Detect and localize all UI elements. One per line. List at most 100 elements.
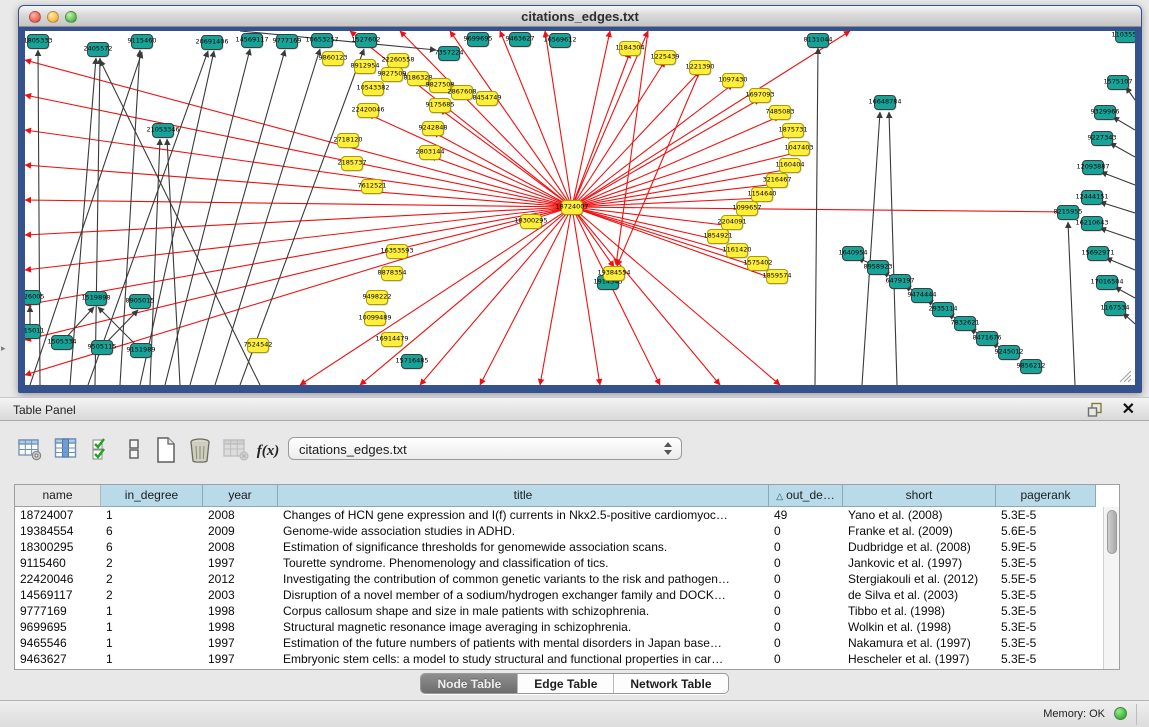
table-cell[interactable]: 5.3E-5: [996, 651, 1096, 667]
table-cell[interactable]: 2009: [203, 523, 278, 539]
table-cell[interactable]: 1: [101, 619, 203, 635]
graph-node[interactable]: 2867608: [451, 85, 473, 100]
graph-node[interactable]: 7832621: [954, 316, 976, 331]
graph-node[interactable]: 2803144: [419, 145, 441, 160]
table-cell[interactable]: 0: [769, 635, 843, 651]
graph-node[interactable]: 1225439: [654, 50, 676, 65]
table-cell[interactable]: 0: [769, 651, 843, 667]
table-vertical-scrollbar[interactable]: [1103, 507, 1119, 669]
delete-table-button-disabled[interactable]: [222, 436, 250, 466]
table-cell[interactable]: 2: [101, 555, 203, 571]
table-cell[interactable]: 19384554: [15, 523, 101, 539]
table-cell[interactable]: Jankovic et al. (1997): [843, 555, 996, 571]
graph-node[interactable]: 9227343: [1091, 131, 1113, 146]
graph-node[interactable]: 9856212: [1020, 359, 1042, 374]
window-titlebar[interactable]: citations_edges.txt: [19, 6, 1141, 27]
graph-node[interactable]: 16569612: [549, 33, 571, 48]
graph-node[interactable]: 17016504: [1096, 275, 1118, 290]
graph-node[interactable]: 1097430: [722, 73, 744, 88]
table-cell[interactable]: 1997: [203, 555, 278, 571]
graph-node[interactable]: 7524542: [247, 338, 269, 353]
table-cell[interactable]: Nakamura et al. (1997): [843, 635, 996, 651]
table-cell[interactable]: Investigating the contribution of common…: [278, 571, 769, 587]
table-cell[interactable]: 1997: [203, 651, 278, 667]
graph-node[interactable]: 8912954: [354, 59, 376, 74]
graph-node[interactable]: 21053346: [152, 123, 174, 138]
table-cell[interactable]: 1: [101, 507, 203, 523]
graph-node[interactable]: 14569117: [241, 33, 263, 48]
graph-node[interactable]: 10543382: [362, 81, 384, 96]
table-options-button[interactable]: [16, 436, 44, 466]
graph-node[interactable]: 1161420: [726, 243, 748, 258]
graph-node[interactable]: 22260558: [387, 53, 409, 68]
table-cell[interactable]: 2003: [203, 587, 278, 603]
table-cell[interactable]: Structural magnetic resonance image aver…: [278, 619, 769, 635]
table-cell[interactable]: 9777169: [15, 603, 101, 619]
graph-node[interactable]: 1047403: [788, 141, 810, 156]
graph-node[interactable]: 18300295: [520, 214, 542, 229]
table-cell[interactable]: 0: [769, 603, 843, 619]
table-cell[interactable]: 0: [769, 555, 843, 571]
table-cell[interactable]: Corpus callosum shape and size in male p…: [278, 603, 769, 619]
graph-node[interactable]: 1160404: [779, 158, 801, 173]
table-cell[interactable]: 5.6E-5: [996, 523, 1096, 539]
table-cell[interactable]: 9115460: [15, 555, 101, 571]
table-cell[interactable]: 1: [101, 635, 203, 651]
column-header-in_degree[interactable]: in_degree: [101, 485, 203, 507]
table-cell[interactable]: 5.5E-5: [996, 571, 1096, 587]
table-cell[interactable]: Changes of HCN gene expression and I(f) …: [278, 507, 769, 523]
graph-node[interactable]: 1099657: [736, 201, 758, 216]
table-cell[interactable]: 2008: [203, 507, 278, 523]
graph-node[interactable]: 9463627: [509, 32, 531, 47]
graph-node[interactable]: 8131044: [807, 33, 829, 48]
table-cell[interactable]: 18724007: [15, 507, 101, 523]
table-cell[interactable]: Embryonic stem cells: a model to study s…: [278, 651, 769, 667]
table-row[interactable]: 946554611997Estimation of the future num…: [15, 635, 1103, 651]
graph-node[interactable]: 9860123: [322, 51, 344, 66]
graph-node[interactable]: 9777169: [276, 34, 298, 49]
table-cell[interactable]: de Silva et al. (2003): [843, 587, 996, 603]
row-selection-button[interactable]: [88, 436, 116, 466]
tab-edge-table[interactable]: Edge Table: [518, 674, 614, 693]
table-cell[interactable]: 6: [101, 523, 203, 539]
graph-node[interactable]: 9474444: [911, 288, 933, 303]
graph-node[interactable]: 3216467: [766, 173, 788, 188]
scrollbar-thumb[interactable]: [1107, 510, 1117, 554]
graph-node[interactable]: 8905015: [129, 294, 151, 309]
table-cell[interactable]: Franke et al. (2009): [843, 523, 996, 539]
table-cell[interactable]: Estimation of significance thresholds fo…: [278, 539, 769, 555]
graph-node[interactable]: 9151989: [130, 343, 152, 358]
graph-node[interactable]: 8215955: [1057, 205, 1079, 220]
table-cell[interactable]: 1: [101, 651, 203, 667]
graph-node[interactable]: 1875731: [782, 123, 804, 138]
table-cell[interactable]: 0: [769, 619, 843, 635]
table-cell[interactable]: 5.3E-5: [996, 587, 1096, 603]
graph-node[interactable]: 9242848: [422, 121, 444, 136]
table-row[interactable]: 1830029562008Estimation of significance …: [15, 539, 1103, 555]
graph-node[interactable]: 9245012: [998, 345, 1020, 360]
graph-node[interactable]: 9115460: [131, 34, 153, 49]
network-canvas[interactable]: 1805333240557291154602069140614569117977…: [25, 31, 1135, 385]
table-row[interactable]: 1938455462009Genome-wide association stu…: [15, 523, 1103, 539]
column-header-out_de[interactable]: △out_de…: [769, 485, 843, 507]
graph-node[interactable]: 15692971: [1087, 246, 1109, 261]
graph-node[interactable]: 1221390: [689, 60, 711, 75]
graph-node[interactable]: 1697093: [749, 88, 771, 103]
graph-node[interactable]: 12444151: [1081, 190, 1103, 205]
table-cell[interactable]: 2: [101, 587, 203, 603]
column-header-short[interactable]: short: [843, 485, 996, 507]
table-cell[interactable]: 49: [769, 507, 843, 523]
close-panel-icon[interactable]: ✕: [1122, 400, 1135, 420]
graph-node[interactable]: 8878354: [381, 266, 403, 281]
graph-node[interactable]: 7485083: [769, 105, 791, 120]
table-cell[interactable]: 1998: [203, 619, 278, 635]
memory-status-indicator[interactable]: [1114, 707, 1127, 720]
graph-node[interactable]: 9329966: [1094, 105, 1116, 120]
column-header-title[interactable]: title: [278, 485, 769, 507]
table-cell[interactable]: 2012: [203, 571, 278, 587]
table-cell[interactable]: 0: [769, 571, 843, 587]
graph-node[interactable]: 1103554: [1115, 31, 1135, 43]
table-row[interactable]: 911546021997Tourette syndrome. Phenomeno…: [15, 555, 1103, 571]
graph-node[interactable]: 8471676: [976, 331, 998, 346]
table-cell[interactable]: 9699695: [15, 619, 101, 635]
